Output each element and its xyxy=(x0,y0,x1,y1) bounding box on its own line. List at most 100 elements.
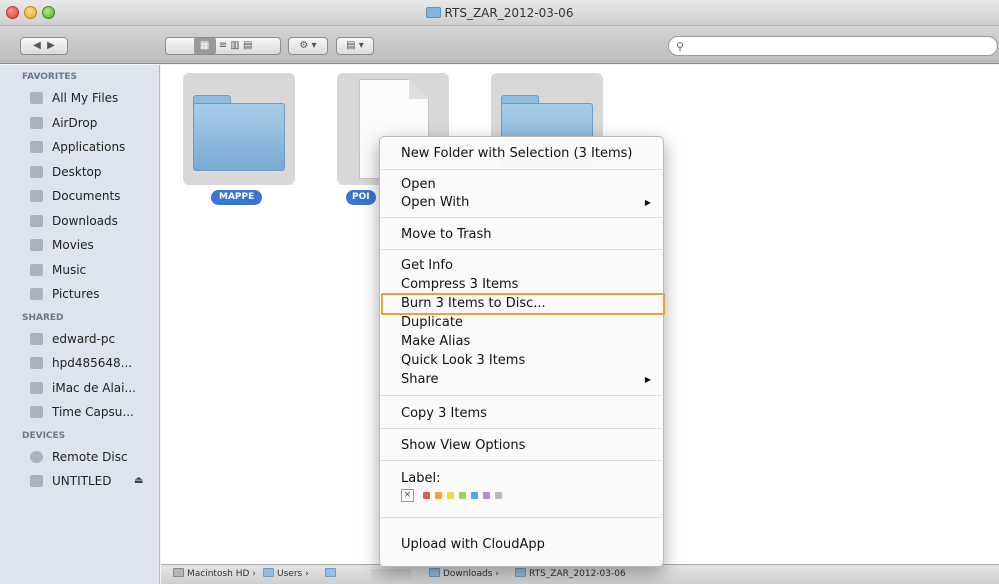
path-bar: Macintosh HD › Users › Downloads › RTS_Z… xyxy=(161,564,999,584)
toolbar: ◀ ▶ ▦ ≡ ▥ ▤ ⚙ ▾ ▤ ▾ ⚲ xyxy=(0,26,999,64)
gear-icon: ⚙ ▾ xyxy=(299,40,317,51)
sidebar-item-label: AirDrop xyxy=(52,115,98,130)
menu-item-get-info[interactable]: Get Info xyxy=(380,256,663,275)
menu-item-share-label: Share xyxy=(401,372,439,387)
menu-item-copy[interactable]: Copy 3 Items xyxy=(380,404,663,423)
sidebar-item-imac-de-alai[interactable]: iMac de Alai... xyxy=(0,376,159,401)
back-arrow-icon[interactable]: ◀ xyxy=(33,40,41,51)
sidebar-item-hpd485648[interactable]: hpd485648... xyxy=(0,351,159,376)
devices-item-icon xyxy=(30,475,43,487)
menu-item-show-view-options[interactable]: Show View Options xyxy=(380,436,663,455)
pictures-icon xyxy=(30,288,43,300)
devices-item-icon xyxy=(30,450,43,463)
menu-item-open-with[interactable]: Open With ▶ xyxy=(380,193,663,212)
sidebar-item-untitled[interactable]: UNTITLED ⏏ xyxy=(0,469,159,494)
sidebar-item-pictures[interactable]: Pictures xyxy=(0,282,159,307)
sidebar-header-devices: DEVICES xyxy=(22,430,66,441)
forward-arrow-icon[interactable]: ▶ xyxy=(47,40,55,51)
sidebar-item-music[interactable]: Music xyxy=(0,258,159,283)
music-icon xyxy=(30,263,43,276)
sidebar-item-movies[interactable]: Movies xyxy=(0,233,159,258)
menu-item-burn-to-disc[interactable]: Burn 3 Items to Disc... xyxy=(380,294,663,313)
menu-separator xyxy=(381,460,662,461)
menu-item-duplicate[interactable]: Duplicate xyxy=(380,313,663,332)
downloads-icon xyxy=(30,214,43,227)
sidebar-item-label: Pictures xyxy=(52,287,100,301)
sidebar-item-label: Movies xyxy=(52,238,94,252)
path-segment-hidden xyxy=(371,569,411,581)
label-color-swatch[interactable] xyxy=(435,492,442,499)
arrange-menu-button[interactable]: ▤ ▾ xyxy=(336,37,374,55)
menu-item-new-folder-with-selection[interactable]: New Folder with Selection (3 Items) xyxy=(380,144,663,163)
all-files-icon xyxy=(30,92,43,104)
label-color-swatch[interactable] xyxy=(459,492,466,499)
sidebar-item-label: Remote Disc xyxy=(52,449,128,464)
sidebar-item-edward-pc[interactable]: edward-pc xyxy=(0,327,159,352)
menu-separator xyxy=(381,217,662,218)
path-segment-downloads[interactable]: Downloads › xyxy=(429,565,499,584)
label-color-swatch[interactable] xyxy=(495,492,502,499)
label-color-swatch[interactable] xyxy=(423,492,430,499)
search-field[interactable]: ⚲ xyxy=(668,36,998,56)
context-menu: New Folder with Selection (3 Items) Open… xyxy=(379,136,665,567)
sidebar-item-desktop[interactable]: Desktop xyxy=(0,160,159,185)
eject-icon[interactable]: ⏏ xyxy=(134,469,143,494)
menu-item-share[interactable]: Share ▶ xyxy=(380,370,663,389)
menu-item-compress[interactable]: Compress 3 Items xyxy=(380,275,663,294)
desktop-icon xyxy=(30,165,43,178)
sidebar-item-label: UNTITLED xyxy=(52,474,112,488)
menu-separator xyxy=(381,428,662,429)
menu-separator xyxy=(381,517,662,518)
path-segment-macintosh-hd[interactable]: Macintosh HD › xyxy=(173,565,256,584)
label-none-button[interactable]: × xyxy=(401,489,414,502)
menu-item-quick-look[interactable]: Quick Look 3 Items xyxy=(380,351,663,370)
sidebar-item-label: Applications xyxy=(52,140,126,154)
coverflow-view-icon[interactable]: ▤ xyxy=(243,40,252,51)
sidebar: FAVORITES All My Files AirDrop Application… xyxy=(0,65,160,584)
sidebar-item-label: edward-pc xyxy=(52,331,116,346)
sidebar-item-label: Music xyxy=(52,262,87,277)
sidebar-item-remote-disc[interactable]: Remote Disc xyxy=(0,445,159,470)
shared-item-icon xyxy=(30,357,43,369)
column-view-icon[interactable]: ▥ xyxy=(230,40,239,51)
label-color-swatch[interactable] xyxy=(471,492,478,499)
sidebar-item-label: Documents xyxy=(52,189,121,203)
sidebar-item-label: hpd485648... xyxy=(52,356,133,370)
menu-item-make-alias[interactable]: Make Alias xyxy=(380,332,663,351)
sidebar-item-label: Downloads xyxy=(52,213,118,228)
list-view-icon[interactable]: ≡ xyxy=(219,40,227,51)
back-forward-buttons[interactable]: ◀ ▶ xyxy=(20,37,68,55)
menu-item-open-with-label: Open With xyxy=(401,195,470,210)
path-segment-users[interactable]: Users › xyxy=(263,565,309,584)
label-color-swatch[interactable] xyxy=(483,492,490,499)
path-segment-current-folder[interactable]: RTS_ZAR_2012-03-06 xyxy=(515,565,626,584)
folder-icon xyxy=(263,568,274,577)
menu-item-open[interactable]: Open xyxy=(380,175,663,194)
sidebar-header-favorites: FAVORITES xyxy=(22,72,77,82)
folder-icon xyxy=(515,568,526,577)
label-color-swatch[interactable] xyxy=(447,492,454,499)
menu-label-heading: Label: xyxy=(401,471,441,486)
action-menu-button[interactable]: ⚙ ▾ xyxy=(288,37,328,55)
sidebar-item-label: Desktop xyxy=(52,164,102,179)
window-title: RTS_ZAR_2012-03-06 xyxy=(0,6,999,20)
sidebar-item-time-capsu[interactable]: Time Capsu... xyxy=(0,400,159,425)
menu-separator xyxy=(381,249,662,250)
file-name-badge[interactable]: MAPPE xyxy=(211,190,263,205)
file-tile-folder[interactable] xyxy=(183,73,295,185)
arrange-icon: ▤ ▾ xyxy=(346,40,364,51)
sidebar-item-airdrop[interactable]: AirDrop xyxy=(0,111,159,136)
sidebar-item-applications[interactable]: Applications xyxy=(0,135,159,160)
menu-item-move-to-trash[interactable]: Move to Trash xyxy=(380,225,663,244)
sidebar-item-all-my-files[interactable]: All My Files xyxy=(0,86,159,111)
path-segment-home[interactable] xyxy=(325,565,339,584)
sidebar-item-downloads[interactable]: Downloads xyxy=(0,209,159,234)
home-icon xyxy=(325,568,336,577)
file-name-badge[interactable]: POI xyxy=(346,190,376,205)
view-mode-segmented-control[interactable]: ▦ ≡ ▥ ▤ xyxy=(165,37,281,55)
sidebar-item-documents[interactable]: Documents xyxy=(0,184,159,209)
icon-view-icon[interactable]: ▦ xyxy=(193,38,216,54)
movies-icon xyxy=(30,239,43,251)
menu-item-upload-with-cloudapp[interactable]: Upload with CloudApp xyxy=(380,535,663,554)
folder-icon xyxy=(429,568,440,577)
